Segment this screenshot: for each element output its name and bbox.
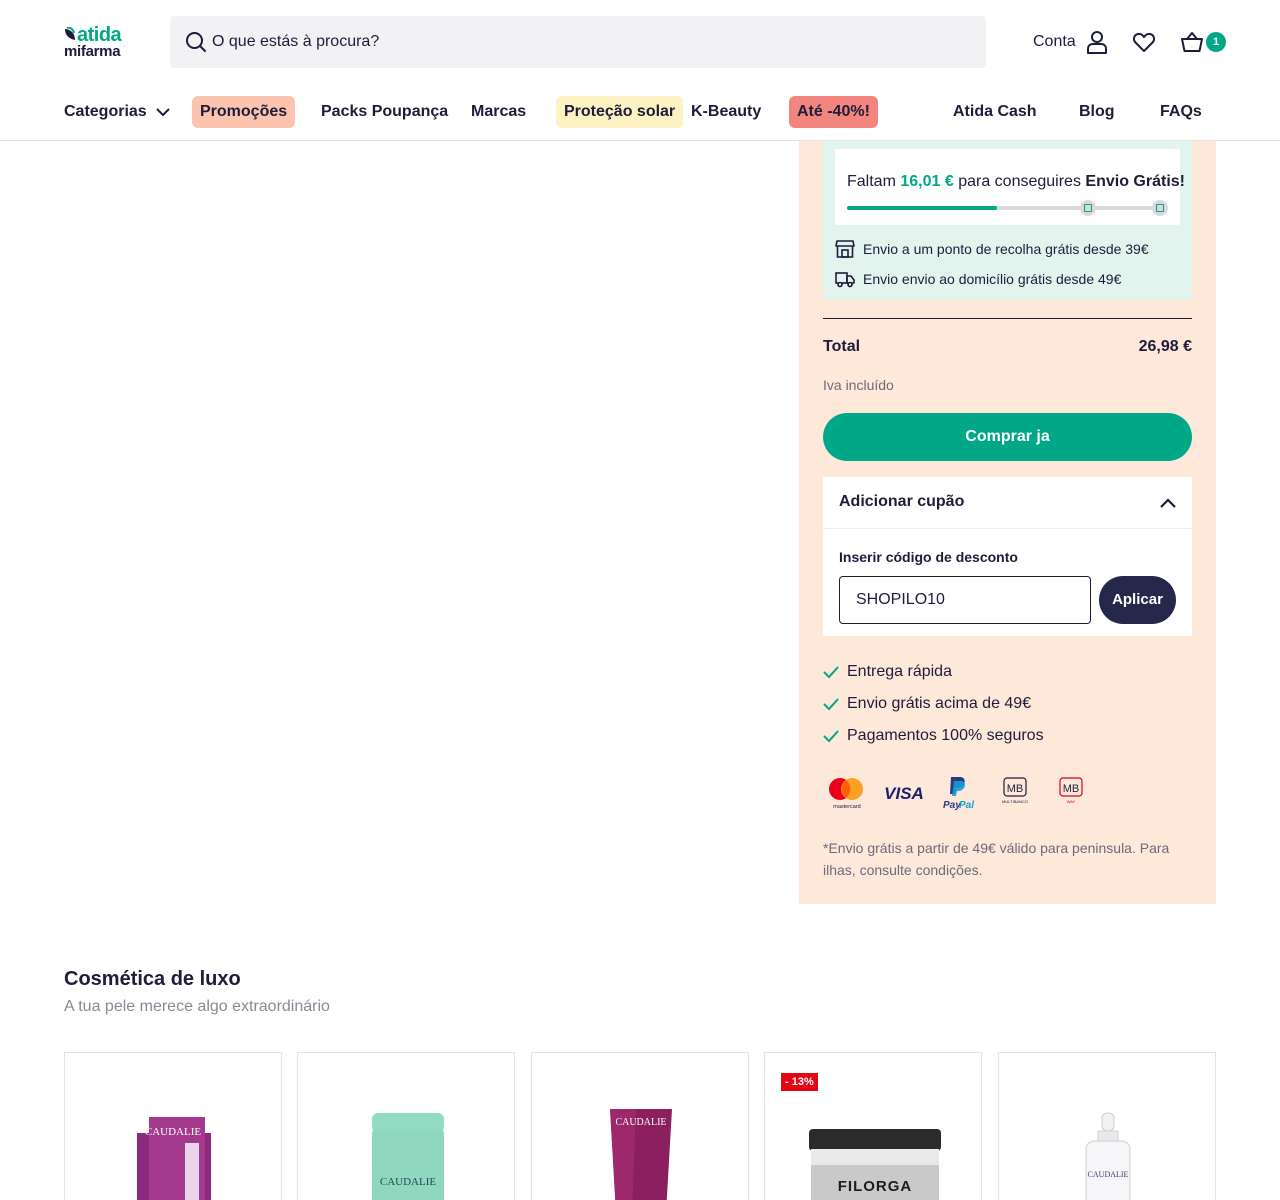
benefit-secure-payments: Pagamentos 100% seguros — [823, 725, 1044, 747]
mbway-subtext: WAY — [1067, 799, 1076, 804]
free-shipping-progress-card: Faltam 16,01 € para conseguires Envio Gr… — [835, 149, 1185, 225]
benefit-label: Pagamentos 100% seguros — [847, 727, 1044, 744]
home-shipping-row: Envio envio ao domicílio grátis desde 49… — [835, 269, 1121, 289]
product-brand: CAUDALIE — [1088, 1170, 1129, 1179]
check-icon — [823, 698, 839, 711]
luxury-section-subtitle: A tua pele merece algo extraordinário — [64, 998, 330, 1015]
multibanco-logo: MB MULTIBANCO — [1002, 777, 1028, 804]
shipping-progress-bar — [847, 200, 1168, 216]
free-shipping-footnote: *Envio grátis a partir de 49€ válido par… — [823, 840, 1170, 878]
coupon-code-input[interactable] — [839, 576, 1091, 624]
benefit-label: Entrega rápida — [847, 663, 952, 680]
mbway-text: MB — [1063, 783, 1080, 795]
coupon-accordion-header[interactable]: Adicionar cupão — [823, 477, 1192, 529]
mbway-logo: MB WAY — [1059, 777, 1083, 804]
free-shipping-message: Faltam 16,01 € para conseguires Envio Gr… — [847, 173, 1185, 191]
visa-logo: VISA — [884, 784, 924, 803]
nav-marcas[interactable]: Marcas — [463, 96, 534, 128]
product-brand: CAUDALIE — [615, 1117, 666, 1128]
account-label: Conta — [1033, 33, 1076, 50]
benefit-label: Envio grátis acima de 49€ — [847, 695, 1032, 712]
pickup-shipping-row: Envio a um ponto de recolha grátis desde… — [835, 239, 1149, 259]
nav-ate-40[interactable]: Até -40%! — [789, 96, 878, 128]
shipping-middle: para conseguires — [958, 173, 1081, 190]
home-shipping-text: Envio envio ao domicílio grátis desde 49… — [863, 271, 1122, 287]
mastercard-logo: mastercard — [829, 778, 863, 810]
nav-atida-cash[interactable]: Atida Cash — [945, 96, 1045, 128]
delivery-truck-icon — [835, 272, 855, 288]
total-value: 26,98 € — [1138, 338, 1192, 355]
discount-badge: - 13% — [781, 1073, 818, 1091]
shipping-prefix: Faltam — [847, 173, 896, 190]
coupon-title: Adicionar cupão — [839, 493, 965, 510]
user-icon — [1086, 31, 1107, 54]
nav-k-beauty[interactable]: K-Beauty — [683, 96, 769, 128]
nav-protecao-solar[interactable]: Proteção solar — [556, 96, 684, 128]
top-header: atida mifarma Conta 1 — [0, 0, 1280, 84]
buy-now-button[interactable]: Comprar ja — [823, 413, 1192, 461]
nav-promocoes[interactable]: Promoções — [192, 96, 296, 128]
paypal-text-pal: Pal — [959, 800, 974, 811]
coupon-section: Adicionar cupão Inserir código de descon… — [823, 477, 1192, 636]
chevron-up-icon — [1160, 498, 1176, 508]
coupon-code-label: Inserir código de desconto — [839, 549, 1018, 565]
logo-mifarma: mifarma — [64, 43, 121, 60]
product-brand: CAUDALIE — [145, 1126, 201, 1138]
product-brand: FILORGA — [838, 1178, 913, 1195]
search-bar[interactable] — [170, 16, 986, 68]
pickup-shipping-text: Envio a um ponto de recolha grátis desde… — [863, 241, 1149, 257]
summary-divider — [823, 318, 1192, 319]
product-card[interactable]: CAUDALIE — [64, 1052, 282, 1200]
multibanco-subtext: MULTIBANCO — [1002, 799, 1028, 804]
cart-count-badge: 1 — [1206, 32, 1226, 52]
nav-blog[interactable]: Blog — [1071, 96, 1123, 128]
product-image: CAUDALIE — [137, 1117, 211, 1200]
apply-coupon-button[interactable]: Aplicar — [1099, 576, 1176, 624]
total-label: Total — [823, 338, 861, 355]
product-image: CAUDALIE — [372, 1113, 444, 1200]
search-icon — [186, 32, 206, 52]
product-card[interactable]: CAUDALIE — [998, 1052, 1216, 1200]
nav-faqs[interactable]: FAQs — [1152, 96, 1210, 128]
multibanco-text: MB — [1007, 783, 1024, 795]
paypal-logo: Pay Pal — [943, 777, 974, 811]
mastercard-text: mastercard — [833, 804, 861, 810]
luxury-section-title: Cosmética de luxo — [64, 968, 241, 990]
benefit-free-shipping: Envio grátis acima de 49€ — [823, 693, 1031, 715]
pickup-milestone-icon — [1080, 200, 1096, 216]
product-card[interactable]: CAUDALIE — [531, 1052, 749, 1200]
home-delivery-milestone-icon — [1152, 200, 1168, 216]
vat-included-note: Iva incluído — [823, 377, 894, 393]
heart-icon[interactable] — [1132, 30, 1156, 54]
store-icon — [835, 240, 855, 258]
basket-icon[interactable] — [1180, 30, 1204, 54]
nav-packs-poupanca[interactable]: Packs Poupança — [313, 96, 456, 128]
nav-categories-label: Categorias — [64, 103, 147, 120]
search-input[interactable] — [212, 16, 972, 68]
shipping-goal: Envio Grátis! — [1085, 173, 1185, 190]
shipping-progress-fill — [847, 206, 998, 210]
main-navigation: Categorias Promoções Packs Poupança Marc… — [0, 96, 1280, 141]
account-link[interactable]: Conta — [1033, 30, 1108, 54]
nav-categories[interactable]: Categorias — [56, 96, 179, 128]
atida-mifarma-logo[interactable]: atida mifarma — [64, 24, 134, 60]
product-image: CAUDALIE — [610, 1109, 672, 1200]
visa-text: VISA — [884, 784, 924, 803]
leaf-icon — [65, 27, 75, 40]
product-image: FILORGA — [809, 1129, 941, 1200]
product-brand: CAUDALIE — [380, 1176, 436, 1188]
chevron-down-icon — [156, 108, 170, 117]
free-shipping-box: Faltam 16,01 € para conseguires Envio Gr… — [823, 141, 1192, 300]
check-icon — [823, 730, 839, 743]
benefit-fast-delivery: Entrega rápida — [823, 661, 952, 683]
check-icon — [823, 666, 839, 679]
order-summary-panel: Faltam 16,01 € para conseguires Envio Gr… — [799, 141, 1216, 904]
shipping-missing-amount: 16,01 € — [900, 173, 954, 190]
product-image: CAUDALIE — [1085, 1112, 1131, 1200]
product-card[interactable]: - 13% FILORGA — [764, 1052, 982, 1200]
product-card[interactable]: CAUDALIE — [297, 1052, 515, 1200]
